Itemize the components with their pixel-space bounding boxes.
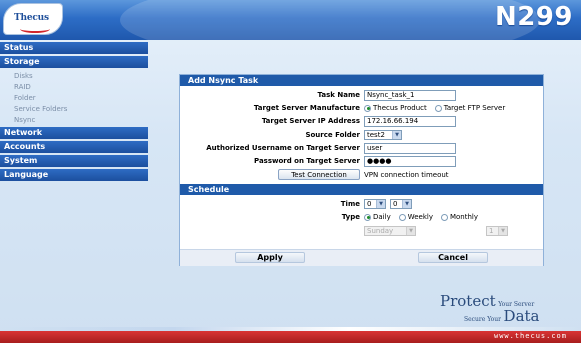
radio-monthly-label: Monthly: [449, 213, 479, 221]
test-connection-button[interactable]: Test Connection: [278, 169, 360, 180]
radio-thecus-product[interactable]: Thecus Product: [364, 104, 427, 112]
radio-weekly-label: Weekly: [407, 213, 433, 221]
radio-monthly[interactable]: Monthly: [440, 213, 479, 221]
minute-select[interactable]: 0 ▼: [390, 199, 412, 209]
username-row: Authorized Username on Target Server: [180, 142, 543, 154]
nav-accounts[interactable]: Accounts: [0, 141, 148, 153]
hour-select[interactable]: 0 ▼: [364, 199, 386, 209]
ip-input[interactable]: [364, 115, 456, 127]
task-name-input[interactable]: [364, 89, 456, 101]
source-folder-select[interactable]: test2 ▼: [364, 130, 402, 140]
nav-storage[interactable]: Storage: [0, 56, 148, 68]
minute-value: 0: [393, 200, 398, 208]
footer-bar: www.thecus.com: [0, 327, 581, 343]
password-input[interactable]: [364, 155, 456, 167]
time-row: Time 0 ▼ 0 ▼: [180, 198, 543, 210]
weekday-value: Sunday: [367, 227, 394, 235]
apply-button[interactable]: Apply: [235, 252, 305, 263]
source-folder-value: test2: [367, 131, 385, 139]
schedule-title: Schedule: [180, 184, 543, 195]
monthday-select[interactable]: 1 ▼: [486, 226, 508, 236]
nav-status[interactable]: Status: [0, 42, 148, 54]
radio-ftp-indicator[interactable]: [434, 104, 442, 112]
nav-nsync[interactable]: Nsync: [0, 115, 148, 126]
radio-weekly-indicator[interactable]: [398, 213, 406, 221]
test-connection-result: VPN connection timeout: [364, 171, 449, 179]
test-connection-row: Test Connection VPN connection timeout: [180, 169, 543, 181]
radio-monthly-indicator[interactable]: [440, 213, 448, 221]
ip-label: Target Server IP Address: [261, 117, 360, 125]
form-title: Add Nsync Task: [180, 75, 543, 86]
type-row: Type Daily Weekly Monthly: [180, 211, 543, 223]
radio-daily[interactable]: Daily: [364, 213, 391, 221]
time-label: Time: [340, 200, 360, 208]
chevron-down-icon: ▼: [406, 227, 415, 235]
radio-weekly[interactable]: Weekly: [398, 213, 433, 221]
thecus-logo: Thecus: [3, 3, 63, 35]
password-label: Password on Target Server: [254, 157, 360, 165]
hour-value: 0: [367, 200, 372, 208]
brand-tagline: Protect Your Server Secure Your Data: [440, 292, 540, 325]
radio-ftp-label: Target FTP Server: [443, 104, 506, 112]
manufacture-label: Target Server Manufacture: [253, 104, 360, 112]
monthday-value: 1: [489, 227, 494, 235]
chevron-down-icon: ▼: [392, 131, 401, 139]
chevron-down-icon: ▼: [402, 200, 411, 208]
source-folder-label: Source Folder: [305, 131, 360, 139]
tag-secure-your: Secure Your: [464, 316, 501, 323]
tag-data: Data: [503, 307, 540, 325]
nav-folder[interactable]: Folder: [0, 93, 148, 104]
radio-ftp-server[interactable]: Target FTP Server: [434, 104, 506, 112]
action-bar: Apply Cancel: [180, 249, 543, 266]
type-label: Type: [341, 213, 360, 221]
nav-network[interactable]: Network: [0, 127, 148, 139]
chevron-down-icon: ▼: [498, 227, 507, 235]
nav-language[interactable]: Language: [0, 169, 148, 181]
storage-submenu: Disks RAID Folder Service Folders Nsync: [0, 70, 148, 127]
ip-row: Target Server IP Address: [180, 115, 543, 127]
logo-text: Thecus: [14, 13, 49, 23]
task-name-row: Task Name: [180, 89, 543, 101]
radio-daily-label: Daily: [373, 213, 391, 221]
nav-system[interactable]: System: [0, 155, 148, 167]
task-name-label: Task Name: [317, 91, 360, 99]
username-label: Authorized Username on Target Server: [206, 144, 360, 152]
nav-disks[interactable]: Disks: [0, 71, 148, 82]
schedule-detail-row: Sunday ▼ 1 ▼: [180, 225, 543, 237]
username-input[interactable]: [364, 142, 456, 154]
chevron-down-icon: ▼: [376, 200, 385, 208]
radio-thecus-label: Thecus Product: [373, 104, 427, 112]
nav-service-folders[interactable]: Service Folders: [0, 104, 148, 115]
manufacture-row: Target Server Manufacture Thecus Product…: [180, 102, 543, 114]
weekday-select[interactable]: Sunday ▼: [364, 226, 416, 236]
header-bar: Thecus N299: [0, 0, 581, 40]
nav-raid[interactable]: RAID: [0, 82, 148, 93]
sidebar: Status Storage Disks RAID Folder Service…: [0, 42, 148, 183]
model-name: N299: [494, 2, 573, 32]
radio-thecus-indicator[interactable]: [364, 104, 371, 112]
source-folder-row: Source Folder test2 ▼: [180, 129, 543, 141]
radio-daily-indicator[interactable]: [364, 213, 371, 221]
add-nsync-task-panel: Add Nsync Task Task Name Target Server M…: [179, 74, 544, 266]
password-row: Password on Target Server: [180, 155, 543, 167]
cancel-button[interactable]: Cancel: [418, 252, 488, 263]
footer-url[interactable]: www.thecus.com: [494, 332, 567, 340]
